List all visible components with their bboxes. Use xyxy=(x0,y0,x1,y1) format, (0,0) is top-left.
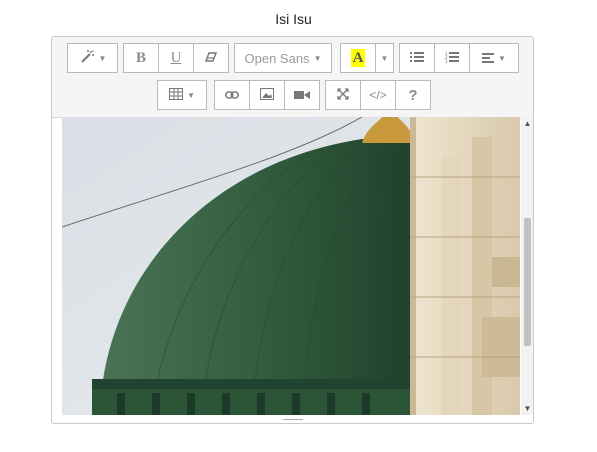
table-icon xyxy=(169,87,184,103)
scroll-up-icon[interactable]: ▲ xyxy=(521,119,533,128)
codeview-button[interactable]: </> xyxy=(360,80,396,110)
align-left-icon xyxy=(482,51,495,66)
video-button[interactable] xyxy=(284,80,320,110)
link-button[interactable] xyxy=(214,80,250,110)
underline-button[interactable]: U xyxy=(158,43,194,73)
ordered-list-button[interactable]: 1 2 3 xyxy=(434,43,470,73)
help-button[interactable]: ? xyxy=(395,80,431,110)
color-dropdown-button[interactable]: ▼ xyxy=(375,43,394,73)
scroll-thumb[interactable] xyxy=(524,218,531,346)
bullet-list-icon xyxy=(410,51,424,66)
scroll-down-icon[interactable]: ▼ xyxy=(521,404,533,413)
paragraph-dropdown[interactable]: ▼ xyxy=(469,43,519,73)
font-family-value: Open Sans xyxy=(244,50,310,66)
table-dropdown[interactable]: ▼ xyxy=(157,80,207,110)
video-icon xyxy=(294,88,310,103)
field-label: Isi Isu xyxy=(275,11,312,27)
picture-button[interactable] xyxy=(249,80,285,110)
svg-text:3: 3 xyxy=(445,59,448,63)
unordered-list-button[interactable] xyxy=(399,43,435,73)
highlight-color-button[interactable]: A xyxy=(340,43,376,73)
rich-text-editor: ▼ B U Open Sans ▼ A ▼ 1 2 3 ▼ ▼ </> ? ▲ … xyxy=(51,36,534,424)
editor-toolbar: ▼ B U Open Sans ▼ A ▼ 1 2 3 ▼ ▼ </> ? xyxy=(52,37,533,118)
green-dome-photo xyxy=(62,117,520,415)
fullscreen-button[interactable] xyxy=(325,80,361,110)
content-scrollbar[interactable]: ▲ ▼ xyxy=(521,117,533,415)
style-button[interactable]: ▼ xyxy=(67,43,118,73)
clear-format-button[interactable] xyxy=(193,43,229,73)
chevron-down-icon: ▼ xyxy=(380,53,389,63)
font-family-dropdown[interactable]: Open Sans ▼ xyxy=(234,43,332,73)
bold-button[interactable]: B xyxy=(123,43,159,73)
editor-content[interactable] xyxy=(62,117,520,415)
eraser-icon xyxy=(204,51,218,66)
link-icon xyxy=(225,88,239,103)
picture-icon xyxy=(260,87,274,103)
resize-handle[interactable] xyxy=(283,419,303,423)
magic-wand-icon xyxy=(79,49,95,67)
numbered-list-icon: 1 2 3 xyxy=(445,51,459,66)
expand-icon xyxy=(337,87,349,103)
highlight-color-swatch: A xyxy=(351,49,365,67)
